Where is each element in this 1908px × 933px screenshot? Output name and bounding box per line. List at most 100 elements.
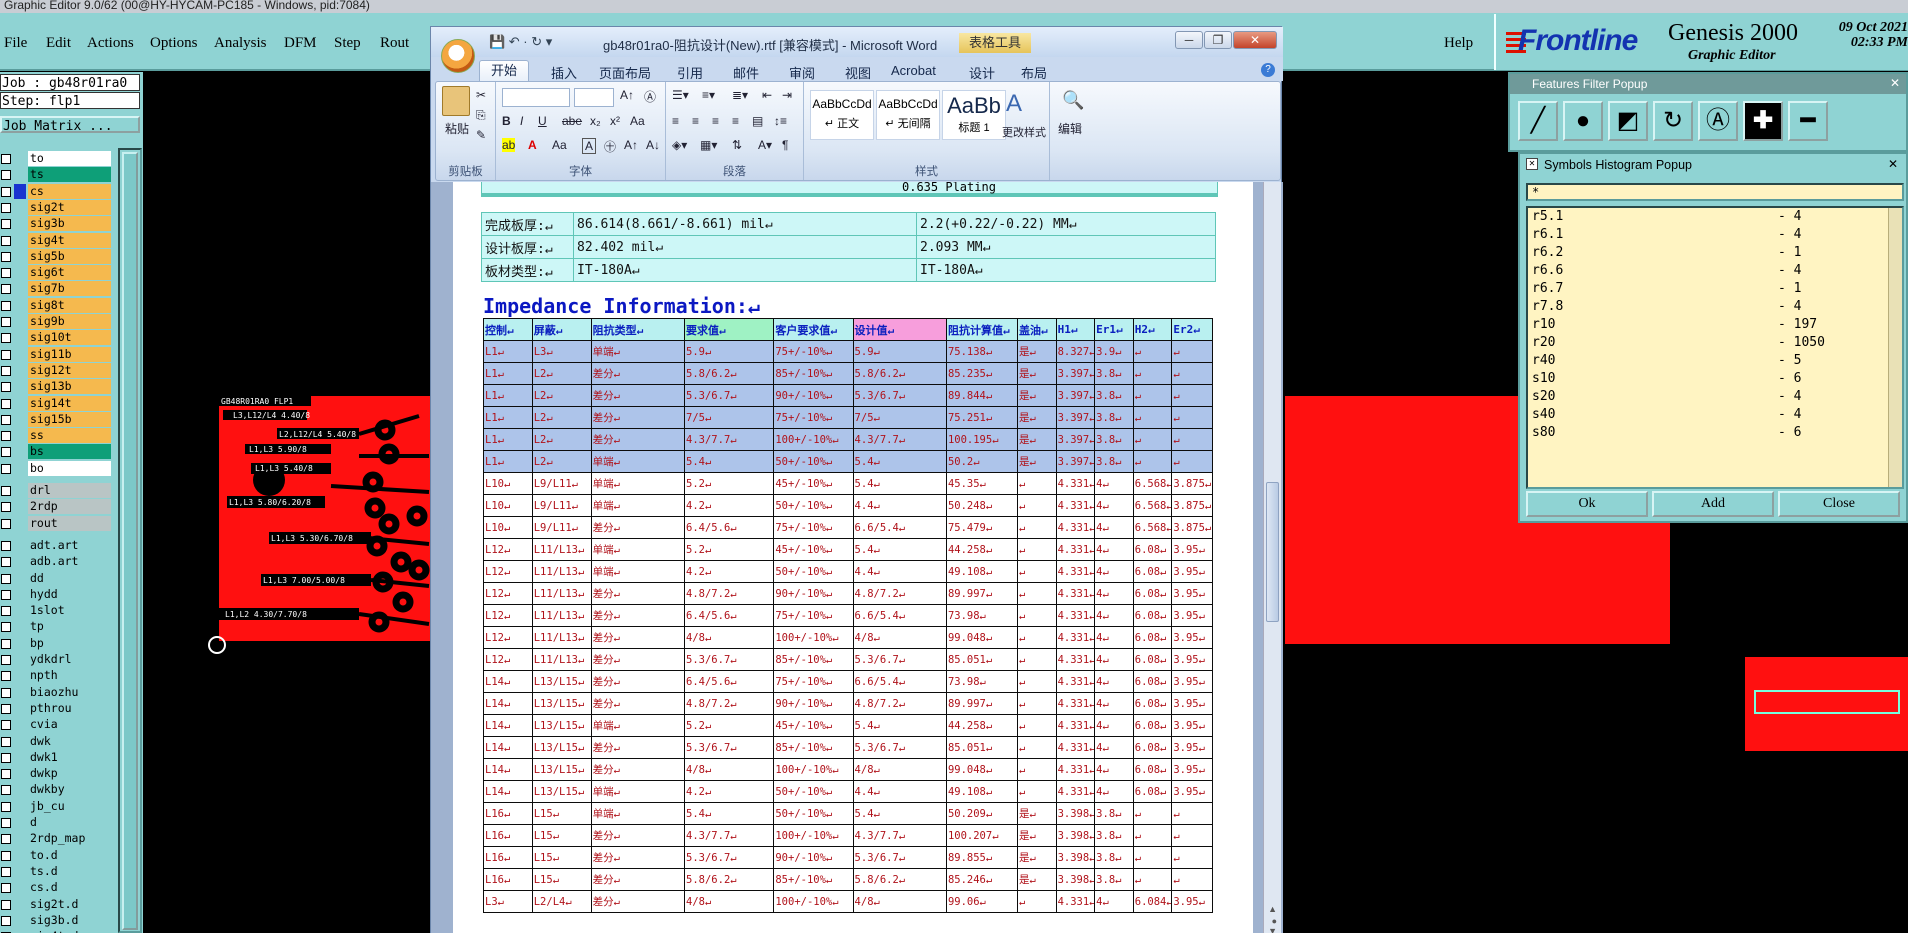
- line-spacing-icon[interactable]: ↕≡: [774, 114, 787, 128]
- impedance-cell[interactable]: 8.327↵: [1055, 340, 1096, 363]
- layer-name[interactable]: pthrou: [28, 700, 111, 716]
- impedance-row[interactable]: L10↵ L9/L11↵ 单端↵ 5.2↵ 45+/-10%↵ 5.4↵ 45.35↵ ↵ 4.…: [483, 472, 1213, 495]
- impedance-cell[interactable]: 4/8↵: [684, 626, 775, 649]
- impedance-row[interactable]: L10↵ L9/L11↵ 差分↵ 6.4/5.6↵ 75+/-10%↵ 6.6/5.4↵ 7…: [483, 516, 1213, 539]
- layer-checkbox[interactable]: [1, 333, 11, 344]
- layer-row[interactable]: dwkby: [0, 782, 113, 798]
- layer-checkbox[interactable]: [1, 284, 11, 295]
- impedance-cell[interactable]: ↵: [1171, 362, 1213, 385]
- editing-button[interactable]: 编辑: [1058, 120, 1082, 137]
- impedance-cell[interactable]: 6.08↵: [1132, 604, 1173, 627]
- impedance-cell[interactable]: 5.3/6.7↵: [684, 846, 775, 869]
- layer-checkbox[interactable]: [1, 540, 11, 551]
- layer-row[interactable]: sig9b: [0, 314, 113, 329]
- impedance-cell[interactable]: 3.397↵: [1055, 384, 1096, 407]
- impedance-cell[interactable]: 5.2↵: [684, 538, 775, 561]
- document-page[interactable]: 0.635 Plating 完成板厚:↵ 86.614(8.661/-8.661)…: [453, 182, 1253, 933]
- spec-cell[interactable]: 设计板厚:↵: [481, 235, 574, 259]
- impedance-cell[interactable]: ↵: [1171, 428, 1213, 451]
- impedance-cell[interactable]: 50+/-10%↵: [773, 450, 854, 473]
- layer-row[interactable]: ydkdrl: [0, 652, 113, 667]
- layer-name[interactable]: sig5b: [28, 248, 111, 264]
- impedance-cell[interactable]: 100+/-10%↵: [773, 626, 854, 649]
- menu-rout[interactable]: Rout: [380, 35, 409, 52]
- layer-name[interactable]: tp: [28, 619, 111, 635]
- impedance-cell[interactable]: 3.875↵: [1171, 494, 1213, 517]
- align-left-icon[interactable]: ≡: [672, 114, 679, 128]
- impedance-row[interactable]: L16↵ L15↵ 差分↵ 4.3/7.7↵ 100+/-10%↵ 4.3/7.7↵ 100…: [483, 824, 1213, 847]
- impedance-cell[interactable]: 90+/-10%↵: [773, 582, 854, 605]
- subscript-icon[interactable]: x₂: [590, 114, 601, 128]
- impedance-header-cell[interactable]: H2↵: [1132, 318, 1173, 341]
- symbol-row[interactable]: r7.8 - 4: [1528, 298, 1902, 316]
- impedance-cell[interactable]: L13/L15↵: [531, 736, 592, 759]
- impedance-row[interactable]: L1↵ L2↵ 差分↵ 5.8/6.2↵ 85+/-10%↵ 5.8/6.2↵ 85.235…: [483, 362, 1213, 385]
- impedance-cell[interactable]: ↵: [1132, 384, 1173, 407]
- impedance-cell[interactable]: L2↵: [531, 362, 592, 385]
- impedance-cell[interactable]: L1↵: [483, 450, 533, 473]
- layer-row[interactable]: ss: [0, 428, 113, 444]
- impedance-cell[interactable]: 3.398↵: [1055, 802, 1096, 825]
- impedance-cell[interactable]: 4.331↵: [1055, 582, 1096, 605]
- impedance-cell[interactable]: 是↵: [1017, 340, 1057, 363]
- layer-name[interactable]: jb_cu: [28, 798, 111, 814]
- impedance-cell[interactable]: 差分↵: [590, 758, 686, 781]
- spec-cell[interactable]: 2.093 MM↵: [916, 235, 1216, 259]
- impedance-cell[interactable]: ↵: [1132, 428, 1173, 451]
- symbol-row[interactable]: r6.7 - 1: [1528, 280, 1902, 298]
- impedance-cell[interactable]: ↵: [1017, 494, 1057, 517]
- impedance-cell[interactable]: 44.258↵: [945, 714, 1019, 737]
- layer-checkbox[interactable]: [1, 202, 11, 213]
- impedance-cell[interactable]: 4.331↵: [1055, 758, 1096, 781]
- layer-name[interactable]: bp: [28, 635, 111, 651]
- impedance-cell[interactable]: 4↵: [1094, 670, 1134, 693]
- impedance-cell[interactable]: ↵: [1132, 362, 1173, 385]
- impedance-cell[interactable]: 是↵: [1017, 428, 1057, 451]
- impedance-cell[interactable]: 是↵: [1017, 362, 1057, 385]
- layer-name[interactable]: sig11b: [28, 346, 111, 362]
- impedance-cell[interactable]: 6.08↵: [1132, 648, 1173, 671]
- layer-checkbox[interactable]: [1, 883, 11, 894]
- impedance-header-cell[interactable]: 要求值↵: [684, 318, 775, 341]
- layer-name[interactable]: cvia: [28, 717, 111, 733]
- impedance-cell[interactable]: 差分↵: [590, 604, 686, 627]
- impedance-cell[interactable]: ↵: [1017, 560, 1057, 583]
- impedance-cell[interactable]: L10↵: [483, 516, 533, 539]
- impedance-cell[interactable]: ↵: [1171, 802, 1213, 825]
- layer-name[interactable]: sig12t: [28, 362, 111, 378]
- superscript-icon[interactable]: x²: [610, 114, 620, 128]
- impedance-cell[interactable]: 单端↵: [590, 560, 686, 583]
- impedance-cell[interactable]: ↵: [1171, 384, 1213, 407]
- impedance-row[interactable]: L1↵ L2↵ 差分↵ 5.3/6.7↵ 90+/-10%↵ 5.3/6.7↵ 89.844…: [483, 384, 1213, 407]
- impedance-cell[interactable]: 99.048↵: [945, 626, 1019, 649]
- impedance-cell[interactable]: L11/L13↵: [531, 626, 592, 649]
- impedance-cell[interactable]: 75+/-10%↵: [773, 670, 854, 693]
- impedance-cell[interactable]: 3.95↵: [1171, 538, 1213, 561]
- impedance-cell[interactable]: 差分↵: [590, 648, 686, 671]
- tab-references[interactable]: 引用: [677, 63, 703, 82]
- grow-font-icon[interactable]: A↑: [620, 88, 634, 102]
- layer-checkbox[interactable]: [1, 622, 11, 633]
- impedance-cell[interactable]: 75.479↵: [945, 516, 1019, 539]
- impedance-cell[interactable]: 3.8↵: [1094, 868, 1134, 891]
- layer-name[interactable]: dwk1: [28, 749, 111, 765]
- impedance-cell[interactable]: 4.8/7.2↵: [684, 582, 775, 605]
- impedance-cell[interactable]: ↵: [1017, 736, 1057, 759]
- impedance-cell[interactable]: 单端↵: [590, 780, 686, 803]
- layer-checkbox[interactable]: [1, 518, 11, 529]
- layer-checkbox[interactable]: [1, 154, 11, 164]
- italic-icon[interactable]: I: [520, 114, 523, 128]
- spec-cell[interactable]: 86.614(8.661/-8.661) mil↵: [573, 212, 917, 236]
- line-tool-icon[interactable]: ╱: [1518, 101, 1558, 141]
- impedance-cell[interactable]: 3.9↵: [1094, 340, 1134, 363]
- highlight-icon[interactable]: ab: [502, 138, 516, 152]
- impedance-cell[interactable]: 89.855↵: [945, 846, 1019, 869]
- layer-row[interactable]: dwk1: [0, 749, 113, 765]
- impedance-cell[interactable]: L14↵: [483, 736, 533, 759]
- impedance-cell[interactable]: 75.138↵: [945, 340, 1019, 363]
- impedance-cell[interactable]: 5.3/6.7↵: [852, 648, 947, 671]
- impedance-cell[interactable]: 3.875↵: [1171, 472, 1213, 495]
- layer-row[interactable]: dd: [0, 570, 113, 586]
- impedance-header-cell[interactable]: Er2↵: [1171, 318, 1213, 341]
- impedance-cell[interactable]: ↵: [1017, 582, 1057, 605]
